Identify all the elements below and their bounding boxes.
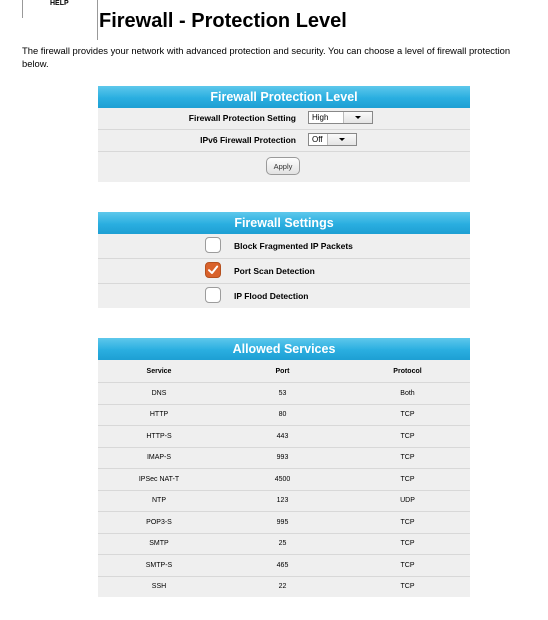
service-protocol: TCP [400,561,415,569]
protection-level-panel: Firewall Protection Level Firewall Prote… [98,86,470,182]
table-row: SMTP-S 465 TCP [98,555,470,577]
service-protocol: Both [400,389,415,397]
divider [22,0,23,18]
column-header-port: Port [275,367,290,375]
service-name: SMTP [149,540,169,548]
table-row: POP3-S 995 TCP [98,512,470,534]
service-name: IPSec NAT-T [138,475,180,483]
service-port: 4500 [274,475,291,483]
ipv6-protection-row: IPv6 Firewall Protection Off [98,130,470,152]
checkmark-icon [208,265,219,274]
protection-setting-row: Firewall Protection Setting High [98,108,470,130]
chevron-down-icon [343,112,372,123]
ipv6-protection-select[interactable]: Off [308,133,357,146]
option-ip-flood: IP Flood Detection [98,284,470,308]
apply-row: Apply [98,152,470,182]
service-port: 993 [276,454,289,462]
table-row: DNS 53 Both [98,383,470,405]
table-row: IPSec NAT-T 4500 TCP [98,469,470,491]
protection-setting-select[interactable]: High [308,111,373,124]
ip-flood-checkbox[interactable] [205,287,221,303]
allowed-services-panel: Allowed Services Service Port Protocol D… [98,338,470,597]
help-link[interactable]: HELP [50,0,69,7]
page-title: Firewall - Protection Level [99,10,347,32]
column-header-service: Service [146,367,172,375]
firewall-settings-panel: Firewall Settings Block Fragmented IP Pa… [98,212,470,308]
option-label: IP Flood Detection [234,291,309,301]
service-protocol: TCP [400,518,415,526]
divider [97,0,98,40]
apply-button[interactable]: Apply [266,157,300,175]
service-port: 443 [276,432,289,440]
table-header: Service Port Protocol [98,360,470,383]
service-port: 995 [276,518,289,526]
service-port: 53 [278,389,287,397]
port-scan-checkbox[interactable] [205,262,221,278]
service-protocol: TCP [400,540,415,548]
option-block-fragmented: Block Fragmented IP Packets [98,234,470,259]
service-protocol: UDP [400,497,415,505]
service-port: 123 [276,497,289,505]
protection-setting-value: High [312,113,329,122]
protection-setting-label: Firewall Protection Setting [188,113,296,123]
table-row: HTTP-S 443 TCP [98,426,470,448]
service-name: IMAP-S [146,454,172,462]
panel-header: Firewall Protection Level [98,86,470,108]
table-row: IMAP-S 993 TCP [98,448,470,469]
panel-header: Firewall Settings [98,212,470,234]
page-intro: The firewall provides your network with … [22,45,511,69]
table-row: SSH 22 TCP [98,577,470,598]
service-port: 465 [276,561,289,569]
ipv6-protection-label: IPv6 Firewall Protection [200,135,296,145]
option-label: Port Scan Detection [234,266,315,276]
option-label: Block Fragmented IP Packets [234,241,353,251]
service-protocol: TCP [400,475,415,483]
service-name: POP3-S [146,518,172,526]
ipv6-protection-value: Off [312,135,323,144]
service-port: 25 [278,540,287,548]
service-protocol: TCP [400,411,415,419]
option-port-scan: Port Scan Detection [98,259,470,284]
service-name: SMTP-S [145,561,173,569]
service-port: 22 [278,583,287,591]
service-name: HTTP [149,411,169,419]
service-name: HTTP-S [146,432,172,440]
service-protocol: TCP [400,454,415,462]
table-row: NTP 123 UDP [98,491,470,512]
block-fragmented-checkbox[interactable] [205,237,221,253]
service-protocol: TCP [400,583,415,591]
panel-header: Allowed Services [98,338,470,360]
service-name: NTP [152,497,166,505]
service-port: 80 [278,411,287,419]
chevron-down-icon [327,134,356,145]
service-name: DNS [151,389,167,397]
column-header-protocol: Protocol [393,367,422,375]
table-row: HTTP 80 TCP [98,405,470,426]
help-area: HELP [22,0,98,40]
service-protocol: TCP [400,432,415,440]
table-row: SMTP 25 TCP [98,534,470,555]
service-name: SSH [151,583,167,591]
